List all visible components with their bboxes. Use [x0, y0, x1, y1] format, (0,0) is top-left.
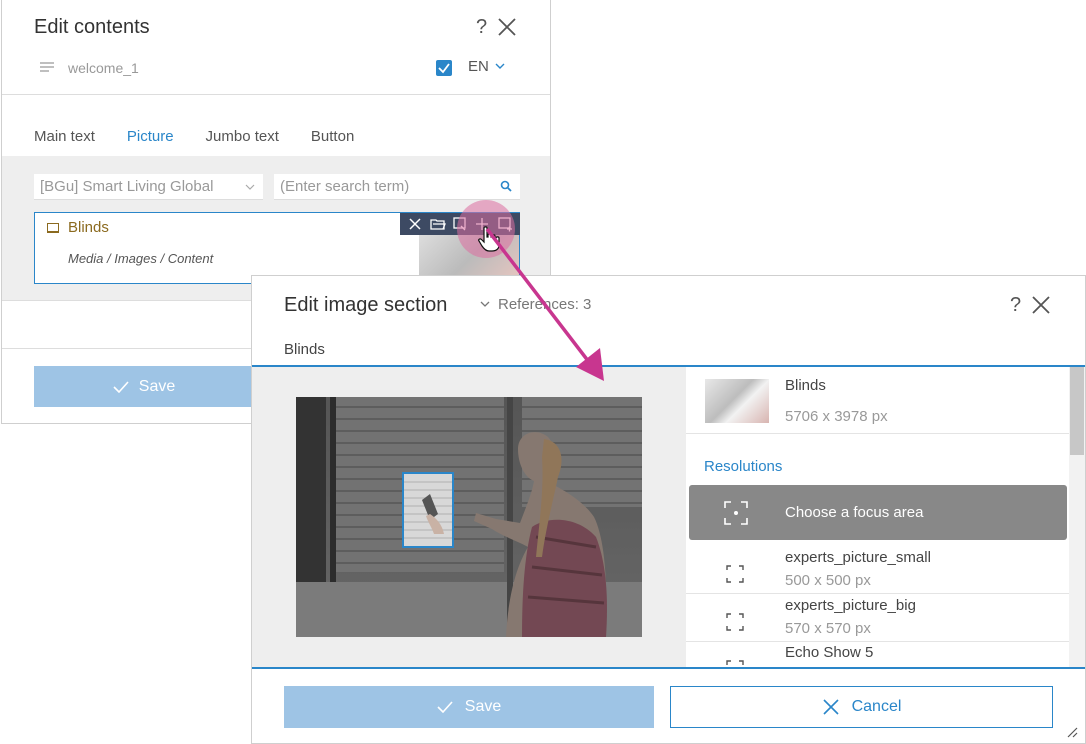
crop-frame-icon [726, 565, 744, 583]
scrollbar-thumb[interactable] [1070, 367, 1084, 455]
resolution-sidebar: Blinds 5706 x 3978 px Resolutions Choose… [686, 367, 1069, 668]
close-icon [823, 699, 839, 715]
focus-icon [724, 501, 748, 525]
remove-icon[interactable] [407, 216, 423, 232]
phone-hand-image [404, 474, 452, 546]
references-label: References: 3 [498, 296, 592, 313]
resolution-item[interactable]: experts_picture_small 500 x 500 px [686, 547, 1069, 594]
dialog-title: Edit contents [34, 16, 150, 38]
focus-area-frame[interactable] [402, 472, 454, 548]
resolution-dims: 570 x 570 px [785, 620, 871, 637]
chevron-down-icon [245, 184, 255, 190]
tab-jumbo-text[interactable]: Jumbo text [206, 128, 279, 158]
resolution-name: Echo Show 5 [785, 644, 874, 661]
edit-image-section-dialog: Edit image section References: 3 ? Blind… [251, 275, 1086, 744]
search-icon[interactable] [500, 180, 512, 192]
image-dimensions: 5706 x 3978 px [785, 408, 888, 425]
language-checkbox[interactable] [436, 60, 452, 76]
chevron-down-icon [480, 301, 490, 307]
focus-button-label: Choose a focus area [785, 504, 924, 521]
text-lines-icon [40, 62, 54, 72]
image-subtitle: Blinds [284, 341, 325, 358]
references-toggle[interactable]: References: 3 [480, 296, 591, 313]
save-label: Save [464, 698, 502, 715]
media-item-name: Blinds [68, 219, 109, 236]
image-name: Blinds [785, 377, 826, 394]
close-icon[interactable] [496, 16, 518, 38]
resolution-item[interactable]: experts_picture_big 570 x 570 px [686, 595, 1069, 642]
divider [2, 94, 550, 95]
content-name: welcome_1 [68, 60, 139, 76]
tab-main-text[interactable]: Main text [34, 128, 95, 158]
tab-button[interactable]: Button [311, 128, 354, 158]
repository-select[interactable]: [BGu] Smart Living Global [34, 174, 263, 200]
checkmark-icon [437, 701, 453, 713]
image-file-icon [47, 223, 59, 233]
resolution-dims: 500 x 500 px [785, 572, 871, 589]
resolution-name: experts_picture_big [785, 597, 916, 614]
dialog-title: Edit image section [284, 294, 448, 316]
repository-select-value: [BGu] Smart Living Global [40, 178, 214, 195]
chevron-down-icon[interactable] [495, 63, 505, 70]
folder-open-icon[interactable] [429, 216, 446, 232]
help-icon[interactable]: ? [476, 16, 487, 39]
save-label: Save [138, 377, 176, 395]
resolution-item[interactable]: Echo Show 5 [686, 642, 1069, 668]
checkmark-icon [438, 63, 450, 74]
hand-cursor-icon [478, 226, 500, 252]
crop-frame-icon [726, 613, 744, 631]
divider [252, 667, 1085, 669]
choose-focus-area-button[interactable]: Choose a focus area [689, 485, 1067, 540]
checkmark-icon [113, 380, 129, 393]
divider [686, 433, 1069, 434]
cancel-button[interactable]: Cancel [670, 686, 1053, 728]
language-select[interactable]: EN [468, 58, 489, 75]
help-icon[interactable]: ? [1010, 294, 1021, 317]
save-button[interactable]: Save [284, 686, 654, 728]
resolutions-heading: Resolutions [704, 458, 783, 475]
search-placeholder: (Enter search term) [280, 178, 410, 195]
tab-bar: Main text Picture Jumbo text Button [34, 128, 386, 158]
image-preview[interactable] [296, 397, 642, 637]
search-input[interactable]: (Enter search term) [274, 174, 520, 200]
media-item-path: Media / Images / Content [68, 251, 214, 266]
cancel-label: Cancel [851, 698, 902, 715]
resolution-name: experts_picture_small [785, 549, 931, 566]
image-thumbnail [705, 379, 769, 423]
save-button[interactable]: Save [34, 366, 254, 407]
tab-picture[interactable]: Picture [126, 128, 174, 158]
resize-grip-icon[interactable] [1064, 724, 1078, 738]
close-icon[interactable] [1030, 294, 1052, 316]
